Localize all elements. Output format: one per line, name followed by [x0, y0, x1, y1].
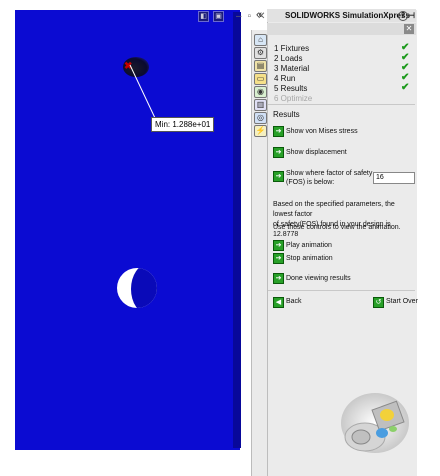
- home-icon[interactable]: ⌂: [254, 34, 267, 46]
- minimize-icon[interactable]: –: [236, 11, 242, 22]
- results-heading: Results: [273, 110, 300, 119]
- arrow-icon[interactable]: ➔: [273, 171, 284, 182]
- view-palette-icon[interactable]: ◉: [254, 86, 267, 98]
- graphics-viewport[interactable]: ✖ Min: 1.288e+01 ◧ ▣: [0, 0, 244, 476]
- panel-title: SOLIDWORKS SimulationXpress: [285, 11, 410, 20]
- step-results[interactable]: 5 Results: [274, 84, 307, 93]
- simulationxpress-icon[interactable]: ⚡: [254, 125, 267, 137]
- panel-close-bar: ✕: [267, 23, 416, 35]
- design-library-icon[interactable]: ▤: [254, 60, 267, 72]
- resources-icon[interactable]: ⚙: [254, 47, 267, 59]
- viewport-toolbar: ◧ ▣: [198, 11, 224, 22]
- show-fos-button[interactable]: Show where factor of safety (FOS) is bel…: [286, 169, 372, 187]
- close-icon[interactable]: ✕: [404, 24, 414, 34]
- part-model[interactable]: [15, 10, 240, 450]
- file-explorer-icon[interactable]: ▭: [254, 73, 267, 85]
- step-fixtures[interactable]: 1 Fixtures: [274, 44, 309, 53]
- step-optimize: 6 Optimize: [274, 94, 313, 103]
- min-value-label: Min: 1.288e+01: [151, 117, 215, 132]
- fos-label-line1: Show where factor of safety: [286, 170, 373, 177]
- show-displacement-button[interactable]: Show displacement: [286, 149, 347, 156]
- back-icon[interactable]: ◀: [273, 297, 284, 308]
- stop-animation-button[interactable]: Stop animation: [286, 255, 333, 262]
- part-side-face: [233, 12, 241, 448]
- arrow-icon[interactable]: ➔: [273, 273, 284, 284]
- display-style-icon[interactable]: ▣: [213, 11, 224, 22]
- simulation-logo-graphic: [341, 393, 409, 453]
- lowest-fos-info: Based on the specified parameters, the l…: [273, 200, 413, 240]
- restore-icon[interactable]: ▫: [248, 11, 252, 22]
- arrow-icon[interactable]: ➔: [273, 126, 284, 137]
- back-button[interactable]: Back: [286, 298, 302, 305]
- arrow-icon[interactable]: ➔: [273, 147, 284, 158]
- panel-header: SOLIDWORKS SimulationXpress ? ⊣: [267, 9, 416, 22]
- fos-threshold-input[interactable]: [373, 172, 415, 184]
- divider: [268, 290, 415, 291]
- custom-properties-icon[interactable]: ◎: [254, 112, 267, 124]
- view-orientation-icon[interactable]: ◧: [198, 11, 209, 22]
- appearances-icon[interactable]: ▥: [254, 99, 267, 111]
- collapse-panel-icon[interactable]: «: [256, 9, 262, 21]
- done-viewing-button[interactable]: Done viewing results: [286, 275, 351, 282]
- info-line1: Based on the specified parameters, the l…: [273, 201, 395, 218]
- start-over-button[interactable]: Start Over: [386, 298, 418, 305]
- animation-hint: Use these controls to view the animation…: [273, 224, 401, 231]
- step-loads[interactable]: 2 Loads: [274, 54, 302, 63]
- check-icon: ✔: [401, 82, 410, 93]
- play-icon[interactable]: ➔: [273, 240, 284, 251]
- pin-icon[interactable]: ⊣: [408, 9, 415, 22]
- divider: [268, 104, 415, 105]
- start-over-icon[interactable]: ↺: [373, 297, 384, 308]
- min-marker-icon: ✖: [124, 61, 133, 72]
- fos-label-line2: (FOS) is below:: [286, 179, 335, 186]
- step-run[interactable]: 4 Run: [274, 74, 295, 83]
- show-stress-button[interactable]: Show von Mises stress: [286, 128, 358, 135]
- play-animation-button[interactable]: Play animation: [286, 242, 332, 249]
- stop-icon[interactable]: ➔: [273, 253, 284, 264]
- step-material[interactable]: 3 Material: [274, 64, 309, 73]
- help-icon[interactable]: ?: [398, 11, 408, 21]
- large-hole: [117, 268, 157, 308]
